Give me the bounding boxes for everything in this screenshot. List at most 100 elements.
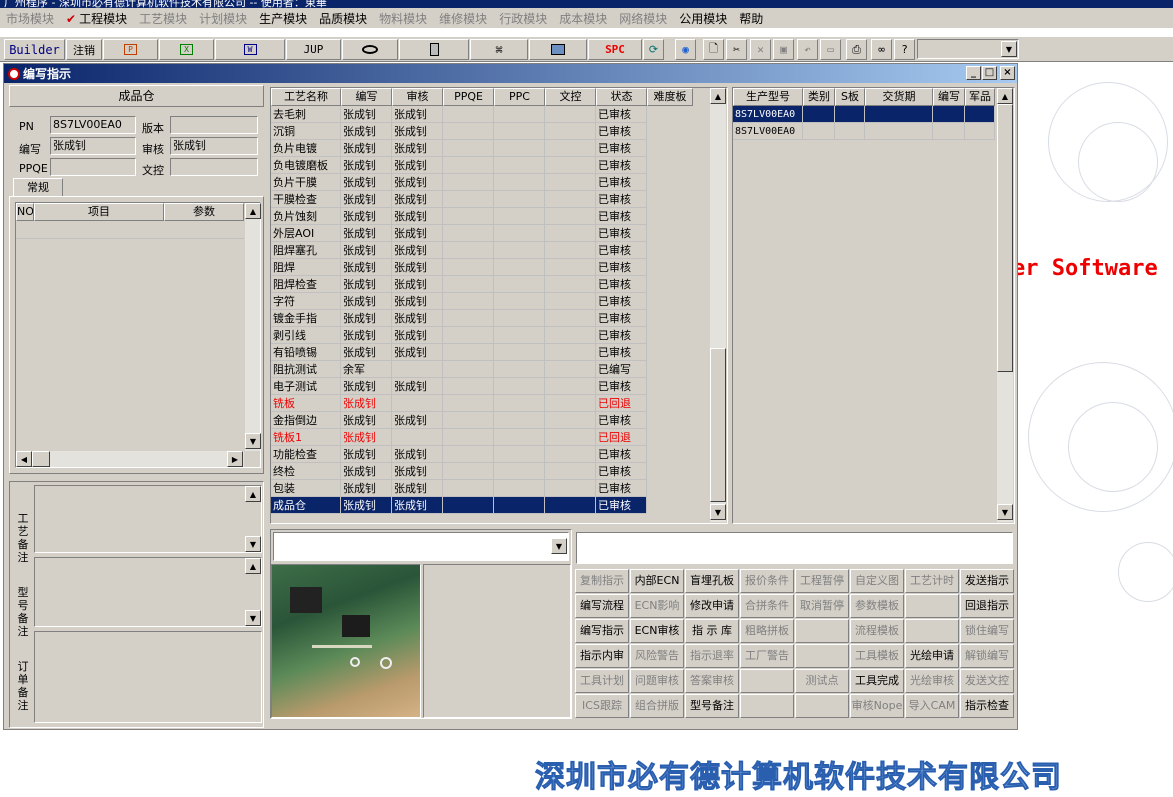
builder-button[interactable]: Builder [4, 39, 65, 60]
process-cell[interactable]: 剥引线 [271, 327, 341, 344]
menu-item-8[interactable]: 行政模块 [493, 10, 553, 27]
process-col-header[interactable]: 工艺名称 [271, 88, 341, 106]
process-cell[interactable] [443, 378, 494, 395]
process-cell[interactable]: 已审核 [596, 412, 647, 429]
action-button[interactable]: 审核Nope [850, 694, 904, 718]
process-cell[interactable]: 已审核 [596, 327, 647, 344]
process-cell[interactable]: 已审核 [596, 191, 647, 208]
pn-field[interactable]: 8S7LV00EA0 [50, 116, 136, 134]
action-button[interactable]: 型号备注 [685, 694, 739, 718]
writer-field[interactable]: 张成钊 [50, 137, 136, 155]
action-button[interactable]: 盲埋孔板 [685, 569, 739, 593]
process-cell[interactable]: 张成钊 [341, 123, 392, 140]
process-cell[interactable] [494, 378, 545, 395]
process-cell[interactable] [494, 412, 545, 429]
process-cell[interactable] [494, 395, 545, 412]
process-cell[interactable]: 张成钊 [341, 259, 392, 276]
menu-item-2[interactable]: 工艺模块 [133, 10, 193, 27]
process-cell[interactable] [443, 293, 494, 310]
process-cell[interactable]: 镀金手指 [271, 310, 341, 327]
process-cell[interactable]: 张成钊 [341, 378, 392, 395]
reviewer-field[interactable]: 张成钊 [170, 137, 258, 155]
action-button[interactable] [795, 619, 849, 643]
process-cell[interactable] [545, 242, 596, 259]
process-cell[interactable] [494, 361, 545, 378]
process-cell[interactable] [443, 480, 494, 497]
process-cell[interactable] [443, 497, 494, 514]
process-cell[interactable]: 电子测试 [271, 378, 341, 395]
process-cell[interactable] [443, 361, 494, 378]
scroll-up-icon[interactable]: ▲ [997, 88, 1013, 104]
process-cell[interactable]: 张成钊 [341, 327, 392, 344]
action-button[interactable]: 指示内审 [575, 644, 629, 668]
process-cell[interactable] [494, 106, 545, 123]
process-vscroll[interactable]: ▲ ▼ [709, 88, 726, 522]
delete-button[interactable]: ✕ [750, 39, 771, 60]
process-col-header[interactable]: 审核 [392, 88, 443, 106]
print-button[interactable]: ⎙ [846, 39, 867, 60]
process-cell[interactable]: 已审核 [596, 157, 647, 174]
process-cell[interactable]: 张成钊 [392, 344, 443, 361]
model-col-header[interactable]: 交货期 [865, 88, 933, 106]
process-memo-field[interactable]: ▲ ▼ [34, 485, 262, 553]
process-cell[interactable] [443, 446, 494, 463]
scroll-down-icon[interactable]: ▼ [245, 433, 261, 449]
action-button[interactable]: 发送文控 [960, 669, 1014, 693]
process-cell[interactable]: 张成钊 [341, 157, 392, 174]
process-cell[interactable]: 张成钊 [341, 242, 392, 259]
scroll-left-icon[interactable]: ◀ [16, 451, 32, 467]
model-col-header[interactable]: 编写 [933, 88, 965, 106]
process-cell[interactable] [494, 242, 545, 259]
model-cell[interactable] [865, 123, 933, 140]
new-button[interactable]: 🗋 [703, 39, 724, 60]
menu-item-3[interactable]: 计划模块 [193, 10, 253, 27]
scroll-up-icon[interactable]: ▲ [245, 203, 261, 219]
process-cell[interactable] [545, 157, 596, 174]
process-cell[interactable] [494, 259, 545, 276]
process-cell[interactable]: 张成钊 [341, 140, 392, 157]
process-col-header[interactable]: 难度板 [647, 88, 693, 106]
chevron-down-icon[interactable]: ▼ [1001, 41, 1017, 57]
process-cell[interactable] [443, 412, 494, 429]
ppqe-field[interactable] [50, 158, 136, 176]
undo-button[interactable]: ↶ [797, 39, 818, 60]
model-scroll-thumb[interactable] [997, 104, 1013, 372]
action-button[interactable]: 测试点 [795, 669, 849, 693]
process-cell[interactable] [545, 327, 596, 344]
process-cell[interactable]: 张成钊 [341, 446, 392, 463]
process-cell[interactable] [545, 480, 596, 497]
process-cell[interactable]: 已编写 [596, 361, 647, 378]
process-cell[interactable] [545, 140, 596, 157]
chevron-down-icon[interactable]: ▼ [551, 538, 567, 554]
process-cell[interactable]: 张成钊 [392, 225, 443, 242]
process-cell[interactable]: 字符 [271, 293, 341, 310]
process-cell[interactable]: 已审核 [596, 140, 647, 157]
process-cell[interactable]: 张成钊 [392, 242, 443, 259]
model-cell[interactable] [835, 106, 865, 123]
minimize-button[interactable]: _ [966, 66, 981, 80]
process-col-header[interactable]: 文控 [545, 88, 596, 106]
param-hscroll[interactable]: ◀ ▶ [16, 451, 244, 467]
process-cell[interactable]: 张成钊 [392, 310, 443, 327]
process-cell[interactable]: 张成钊 [392, 123, 443, 140]
process-cell[interactable] [443, 157, 494, 174]
process-cell[interactable]: 负片蚀刻 [271, 208, 341, 225]
action-button[interactable]: 光绘审核 [905, 669, 959, 693]
menu-item-10[interactable]: 网络模块 [613, 10, 673, 27]
action-button[interactable]: 合拼条件 [740, 594, 794, 618]
version-field[interactable] [170, 116, 258, 134]
action-button[interactable]: ECN审核 [630, 619, 684, 643]
action-button[interactable]: 流程模板 [850, 619, 904, 643]
model-cell[interactable]: 8S7LV00EA0 [733, 123, 803, 140]
model-vscroll[interactable]: ▲ ▼ [996, 88, 1013, 522]
process-cell[interactable]: 已审核 [596, 344, 647, 361]
process-cell[interactable]: 张成钊 [392, 140, 443, 157]
model-col-header[interactable]: S板 [835, 88, 865, 106]
process-cell[interactable]: 张成钊 [392, 293, 443, 310]
process-cell[interactable]: 已审核 [596, 174, 647, 191]
process-cell[interactable]: 张成钊 [392, 463, 443, 480]
process-cell[interactable]: 张成钊 [392, 259, 443, 276]
action-button[interactable] [795, 644, 849, 668]
process-cell[interactable] [545, 208, 596, 225]
process-cell[interactable]: 已审核 [596, 378, 647, 395]
